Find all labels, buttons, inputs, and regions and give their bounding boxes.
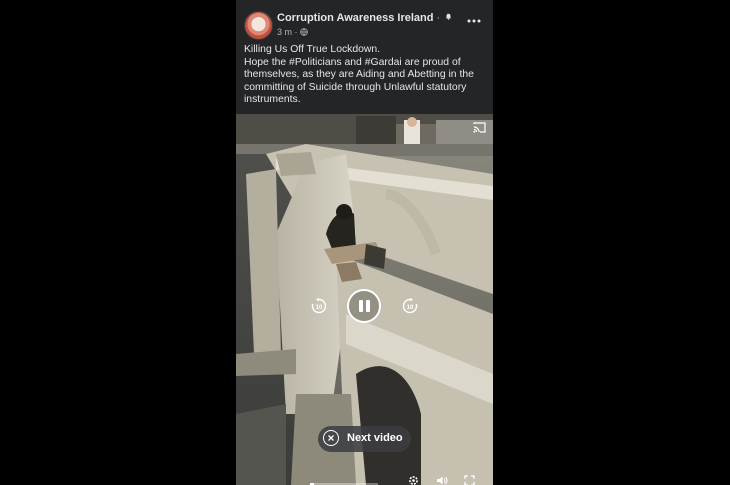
- author-name[interactable]: Corruption Awareness Ireland ·: [277, 12, 452, 24]
- video-player[interactable]: 10 10 Next video: [236, 114, 493, 485]
- post-meta: 3 m ·: [277, 27, 308, 37]
- follow-separator: ·: [436, 12, 441, 24]
- more-horizontal-icon[interactable]: [467, 16, 481, 26]
- next-video-label[interactable]: Next video: [347, 432, 403, 444]
- rewind-icon: 10: [311, 297, 327, 314]
- globe-icon: [300, 28, 308, 36]
- post-body-text: Killing Us Off True Lockdown. Hope the #…: [244, 44, 488, 107]
- forward-icon: 10: [402, 297, 418, 314]
- facebook-post-card: Corruption Awareness Ireland · 3 m · Kil…: [236, 0, 493, 485]
- meta-separator: ·: [294, 27, 298, 37]
- post-text-line1: Killing Us Off True Lockdown.: [244, 44, 381, 55]
- pause-button[interactable]: [347, 289, 381, 323]
- bell-icon[interactable]: [445, 13, 452, 20]
- player-controls-bar: [236, 473, 493, 485]
- next-video-button[interactable]: Next video: [318, 426, 411, 452]
- pause-bar-left: [359, 300, 363, 312]
- page-avatar[interactable]: [244, 11, 273, 40]
- rewind-10-button[interactable]: 10: [310, 297, 328, 315]
- volume-icon[interactable]: [436, 475, 448, 485]
- forward-10-button[interactable]: 10: [401, 297, 419, 315]
- cast-icon[interactable]: [473, 122, 486, 133]
- rewind-seconds: 10: [316, 305, 323, 311]
- author-name-text[interactable]: Corruption Awareness Ireland: [277, 12, 433, 24]
- forward-seconds: 10: [407, 305, 414, 311]
- gear-icon[interactable]: [407, 474, 420, 485]
- post-time[interactable]: 3 m: [277, 27, 292, 37]
- post-text-line2: Hope the #Politicians and #Gardai are pr…: [244, 56, 474, 106]
- post-header: Corruption Awareness Ireland · 3 m ·: [236, 0, 493, 42]
- pause-bar-right: [366, 300, 370, 312]
- fullscreen-icon[interactable]: [464, 475, 475, 485]
- close-icon[interactable]: [323, 430, 339, 446]
